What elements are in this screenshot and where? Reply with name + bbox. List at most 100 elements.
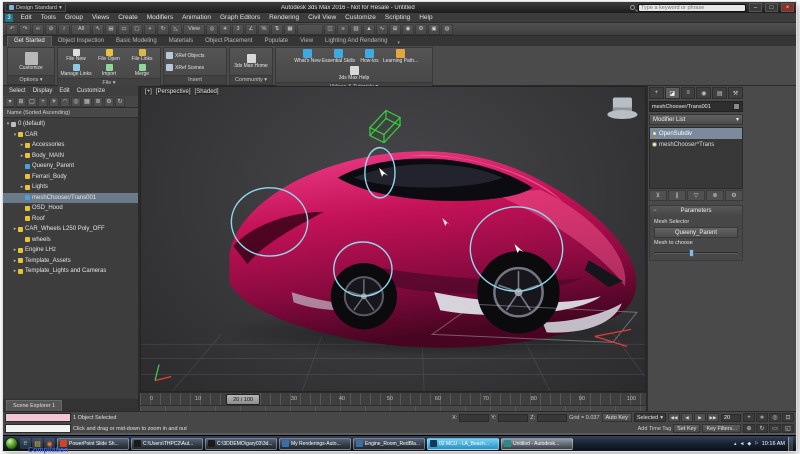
taskbar-button[interactable]: Untitled - Autodesk... [501, 437, 573, 450]
explorer-menu-item[interactable]: Display [30, 86, 56, 96]
ribbon-tab[interactable]: View [294, 36, 319, 46]
layer-manager-icon[interactable]: ▥ [350, 23, 362, 35]
taskbar-clock[interactable]: 10:16 AM [762, 441, 785, 447]
hat-icon[interactable] [607, 97, 638, 120]
scene-explorer-tab[interactable]: Scene Explorer 1 [6, 400, 63, 411]
file-ribbon-button[interactable]: File Open [94, 49, 125, 63]
current-frame-field[interactable]: 20 [721, 413, 741, 422]
show-hidden-icons-icon[interactable]: ▴ [734, 441, 737, 447]
zoom-icon[interactable]: + [743, 413, 755, 422]
time-slider[interactable]: 20 / 100 [226, 394, 261, 405]
display-geometry-icon[interactable]: + [38, 96, 48, 107]
modifier-list-dropdown[interactable]: Modifier List ▾ [649, 114, 743, 125]
ribbon-tab[interactable]: Materials [163, 36, 199, 46]
network-icon[interactable]: ◆ [747, 441, 751, 447]
menu-item[interactable]: Help [415, 13, 437, 23]
menu-item[interactable]: Graph Editors [216, 13, 265, 23]
orbit-icon[interactable]: ↻ [756, 424, 768, 433]
taskbar-button[interactable]: C:\Users\THPC2\Aut... [131, 437, 203, 450]
sync-selection-icon[interactable]: ↻ [115, 96, 125, 107]
show-end-result-icon[interactable]: ∥ [668, 190, 686, 201]
spinner-snap-icon[interactable]: ⇅ [271, 23, 283, 35]
utilities-tab[interactable]: ⚒ [728, 87, 743, 99]
object-color-swatch[interactable] [733, 103, 740, 110]
viewport-menu-pov[interactable]: [Perspective] [156, 89, 191, 95]
named-selection-sets-dropdown[interactable] [297, 23, 323, 35]
mirror-icon[interactable]: ◫ [324, 23, 336, 35]
action-center-icon[interactable]: ⚐ [754, 441, 758, 447]
maximize-button[interactable]: □ [765, 3, 778, 12]
taskbar-button[interactable]: My Renderings-Auto... [279, 437, 351, 450]
go-to-end-icon[interactable]: ▶▶ [707, 413, 719, 422]
pan-icon[interactable]: ⊕ [743, 424, 755, 433]
transform-gizmo[interactable] [368, 109, 402, 144]
scene-explorer-row[interactable]: meshChooser/Trans001 [3, 192, 138, 203]
auto-key-button[interactable]: Auto Key [601, 413, 632, 422]
key-mode-dropdown[interactable]: Selected ▾ [633, 413, 666, 422]
select-and-move-icon[interactable]: + [144, 23, 156, 35]
menu-item[interactable]: Tools [36, 13, 60, 23]
rectangular-selection-icon[interactable]: ▭ [118, 23, 130, 35]
previous-frame-icon[interactable]: ◀ [681, 413, 693, 422]
create-tab[interactable]: + [649, 87, 664, 99]
help-search-input[interactable] [638, 3, 746, 12]
coord-y-field[interactable] [498, 413, 529, 422]
display-helpers-icon[interactable]: ◎ [71, 96, 81, 107]
viewport-canvas[interactable] [141, 87, 645, 391]
angle-snap-icon[interactable]: ∠ [245, 23, 257, 35]
mesh-choose-slider[interactable] [654, 249, 738, 257]
slider-handle[interactable] [689, 249, 695, 257]
rollout-header[interactable]: − Parameters [650, 206, 742, 216]
scene-explorer-row[interactable]: ▸ CAR_Wheels L250 Poly_OFF [3, 224, 138, 235]
menu-item[interactable]: Views [87, 13, 113, 23]
play-icon[interactable]: ▶ [694, 413, 706, 422]
customize-button[interactable]: Customize [10, 51, 52, 72]
app-logo-icon[interactable]: 3 [5, 13, 13, 22]
modifier-enabled-icon[interactable] [652, 142, 657, 147]
close-button[interactable]: × [781, 3, 794, 12]
menu-item[interactable]: Rendering [265, 13, 304, 23]
maxscript-listener-pink[interactable] [5, 413, 71, 422]
explorer-settings-icon[interactable]: ⚙ [104, 96, 114, 107]
tutorial-button[interactable]: 3ds Max Help [339, 65, 369, 82]
add-explorer-icon[interactable]: ⊞ [16, 96, 26, 107]
display-groups-icon[interactable]: ▦ [82, 96, 92, 107]
menu-item[interactable]: Scripting [380, 13, 414, 23]
window-crossing-icon[interactable]: ▢ [131, 23, 143, 35]
configure-modifier-sets-icon[interactable]: ⚙ [725, 190, 743, 201]
taskbar-button[interactable]: 02 MCU - LA_Beach... [427, 437, 499, 450]
tutorial-button[interactable]: What's New [293, 49, 322, 65]
modify-tab[interactable]: ◪ [664, 87, 680, 99]
percent-snap-icon[interactable]: % [258, 23, 270, 35]
parent-pick-button[interactable]: Queeny_Parent [654, 227, 738, 238]
select-by-name-icon[interactable]: ▤ [105, 23, 117, 35]
workspace-selector[interactable]: Design Standard ▾ [5, 3, 66, 12]
scene-explorer-row[interactable]: ▸ Engine LHz [3, 245, 138, 256]
snaps-toggle-icon[interactable]: 3 [232, 23, 244, 35]
taskbar-button[interactable]: C:\3DDEMO\gary03\3d... [205, 437, 277, 450]
zoom-all-icon[interactable]: ∗ [756, 413, 768, 422]
viewport-menu-shading[interactable]: [Shaded] [195, 89, 219, 95]
select-object-icon[interactable]: ↖ [92, 23, 104, 35]
select-and-manipulate-icon[interactable]: ∗ [219, 23, 231, 35]
file-ribbon-button[interactable]: File New [61, 49, 92, 63]
undo-icon[interactable]: ↶ [6, 23, 18, 35]
car-model[interactable] [229, 151, 637, 348]
home-button[interactable]: 3ds Max Home [232, 53, 270, 70]
display-tab[interactable]: ▤ [712, 87, 728, 99]
scene-explorer-row[interactable]: Ferrari_Body [3, 172, 138, 183]
explorer-sort-header[interactable]: Name (Sorted Ascending) [3, 108, 138, 118]
modifier-stack-item[interactable]: OpenSubdiv [650, 128, 742, 139]
selection-filter-dropdown[interactable]: All [71, 23, 91, 35]
file-ribbon-button[interactable]: Import [94, 63, 125, 78]
panel-label-community[interactable]: Community ▾ [230, 75, 272, 84]
remove-modifier-icon[interactable]: ⊗ [706, 190, 724, 201]
scene-explorer-row[interactable]: wheels [3, 235, 138, 246]
scene-explorer-row[interactable]: ▸ Body_MAIN [3, 151, 138, 162]
modifier-stack-item[interactable]: meshChooser^Trans [650, 139, 742, 150]
scene-explorer-row[interactable]: OSD_Hood [3, 203, 138, 214]
ribbon-tab[interactable]: Object Inspection [52, 36, 110, 46]
explorer-menu-item[interactable]: Customize [74, 86, 108, 96]
scene-explorer-row[interactable]: ▾ CAR [3, 130, 138, 141]
select-link-icon[interactable]: ∞ [32, 23, 44, 35]
